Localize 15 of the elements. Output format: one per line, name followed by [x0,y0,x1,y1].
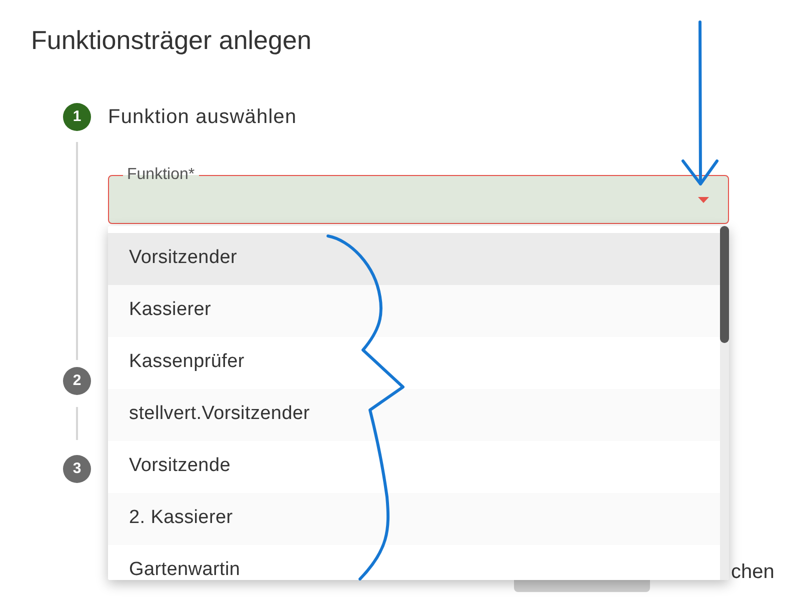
partly-hidden-button[interactable] [514,580,650,592]
text-button[interactable]: chen [731,562,774,582]
caret-icon [698,197,709,203]
scrollbar-thumb[interactable] [720,226,729,343]
step-number: 1 [63,103,91,131]
dropdown-option[interactable]: Kassierer [108,285,720,337]
page-title: Funktionsträger anlegen [31,24,312,56]
scrollbar-track[interactable] [720,226,729,580]
dropdown-option[interactable]: 2. Kassierer [108,493,720,545]
dropdown-option[interactable]: Gartenwartin [108,545,720,580]
dropdown-option[interactable]: Vorsitzender [108,233,720,285]
step-number: 3 [63,455,91,483]
step-label: Funktion auswählen [108,105,297,129]
step-number: 2 [63,367,91,395]
dropdown-option[interactable]: stellvert.Vorsitzender [108,389,720,441]
